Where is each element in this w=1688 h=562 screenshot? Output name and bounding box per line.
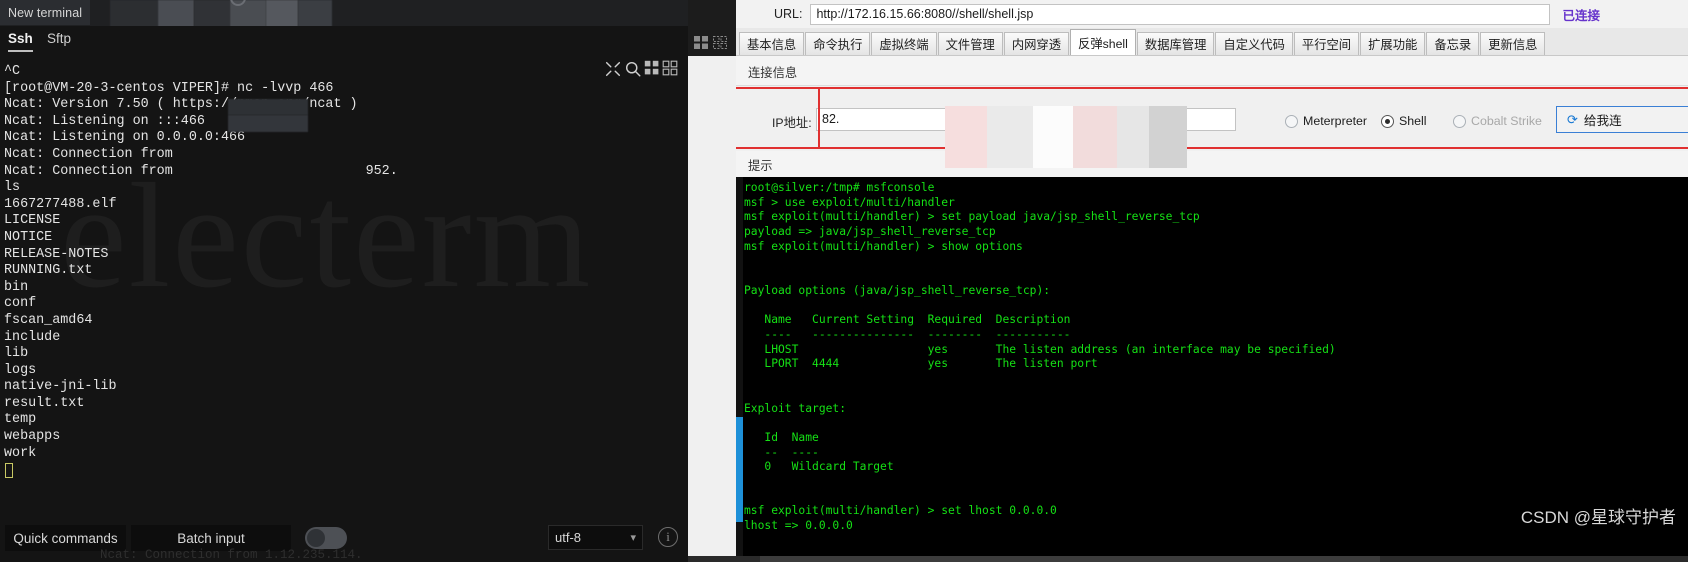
background-ghost-text: Ncat: Connection from 1.12.235.114. [100,548,363,562]
redacted-ip-block [228,115,308,132]
url-bar: URL: http://172.16.15.66:8080//shell/she… [736,0,1688,28]
radio-dot-icon [1453,114,1466,128]
connection-info-section-header: 连接信息 [736,56,1688,86]
connection-info-title: 连接信息 [748,66,798,80]
msf-console-text: root@silver:/tmp# msfconsole msf > use e… [744,181,1336,533]
radio-label: Shell [1399,114,1427,128]
webshell-left-rail [688,0,736,56]
webshell-tabbar: 基本信息 命令执行 虚拟终端 文件管理 内网穿透 反弹shell 数据库管理 自… [736,28,1688,56]
tab-memo[interactable]: 备忘录 [1426,32,1480,55]
terminal-cursor [5,463,13,478]
terminal-tabbar: Ssh Sftp [0,26,688,77]
tab-label: 内网穿透 [1011,38,1062,52]
tab-file-manager[interactable]: 文件管理 [937,32,1003,55]
tab-virtual-terminal[interactable]: 虚拟终端 [871,32,937,55]
tab-database-manager[interactable]: 数据库管理 [1136,32,1215,55]
new-terminal-tab[interactable]: New terminal [0,0,90,25]
redacted-ip-block [1033,106,1073,168]
redacted-ip-block [1149,106,1187,168]
redacted-tab-block [266,0,298,27]
tab-label: 虚拟终端 [879,38,929,52]
tab-label: 反弹shell [1078,36,1128,51]
connection-form: IP地址: 82. 56 Meterpreter Shell Cobalt St… [736,87,1688,149]
radio-cobalt-strike[interactable]: Cobalt Strike [1453,114,1542,128]
console-scrollbar-track[interactable] [736,177,743,562]
connect-button[interactable]: ⟳ 给我连 [1556,106,1688,133]
redacted-ip-block [987,106,1033,168]
redacted-ip-block [1117,106,1149,168]
quick-commands-label: Quick commands [13,530,118,546]
tab-label: 命令执行 [813,38,863,52]
batch-input-label: Batch input [177,530,245,546]
connect-button-label: 给我连 [1583,114,1622,128]
tab-label: 数据库管理 [1144,38,1207,52]
radio-shell[interactable]: Shell [1381,114,1427,128]
ip-address-label: IP地址: [772,116,812,130]
tab-update-info[interactable]: 更新信息 [1480,32,1546,55]
tab-command-exec[interactable]: 命令执行 [805,32,871,55]
hint-section-header: 提示 [736,151,1688,177]
tab-reverse-shell[interactable]: 反弹shell [1070,29,1136,55]
radio-meterpreter[interactable]: Meterpreter [1285,114,1367,128]
info-icon[interactable]: i [658,527,678,547]
tab-basic-info[interactable]: 基本信息 [739,32,805,55]
csdn-watermark: CSDN @星球守护者 [1520,508,1676,527]
grid-icon[interactable] [694,36,708,49]
connection-status-badge: 已连接 [1562,8,1600,23]
hint-title: 提示 [748,159,773,173]
tab-label: 更新信息 [1488,38,1538,52]
redacted-tab-block [298,0,332,27]
tab-label: 文件管理 [945,38,995,52]
new-terminal-label: New terminal [8,5,83,20]
encoding-select[interactable]: utf-8 ▾ [548,525,643,550]
screenshot-root: New terminal Ssh Sftp electerm ^C [root@… [0,0,1688,562]
bottom-strip-segment [760,556,1380,562]
tab-label: 基本信息 [747,38,797,52]
tab-parallel-space[interactable]: 平行空间 [1293,32,1360,55]
terminal-window-tabstrip: New terminal [0,0,688,27]
tab-sftp-label: Sftp [47,31,72,46]
terminal-bottom-toolbar: Quick commands Batch input utf-8 ▾ i Nca… [0,516,688,562]
url-label: URL: [774,7,803,21]
tab-extensions[interactable]: 扩展功能 [1360,32,1426,55]
tab-label: 平行空间 [1301,38,1352,52]
terminal-output: ^C [root@VM-20-3-centos VIPER]# nc -lvvp… [4,64,398,461]
batch-input-toggle[interactable] [305,527,347,549]
ip-value-head: 82. [822,112,840,126]
console-scrollbar-thumb[interactable] [736,417,743,522]
redacted-tab-block [158,0,194,27]
webshell-panel: URL: http://172.16.15.66:8080//shell/she… [688,0,1688,562]
radio-label: Cobalt Strike [1471,114,1542,128]
radio-dot-selected-icon [1381,114,1394,128]
redacted-ip-block [1073,106,1117,168]
chevron-down-icon: ▾ [630,532,636,544]
tab-ssh-label: Ssh [8,31,33,46]
terminal-panel: New terminal Ssh Sftp electerm ^C [root@… [0,0,688,562]
radio-label: Meterpreter [1303,114,1368,128]
tab-custom-code[interactable]: 自定义代码 [1215,32,1293,55]
tab-label: 备忘录 [1434,38,1472,52]
tab-label: 扩展功能 [1368,38,1418,52]
refresh-icon: ⟳ [1567,111,1578,127]
redacted-ip-block [228,99,308,115]
dashed-grid-icon[interactable] [713,36,727,49]
tab-sftp[interactable]: Sftp [47,31,71,46]
redacted-ip-block [945,106,987,168]
url-input[interactable]: http://172.16.15.66:8080//shell/shell.js… [810,3,1551,25]
msf-console-output-area: root@silver:/tmp# msfconsole msf > use e… [736,177,1688,562]
tab-intranet-tunnel[interactable]: 内网穿透 [1003,32,1070,55]
radio-dot-icon [1285,114,1298,128]
encoding-value: utf-8 [555,530,582,545]
tab-label: 自定义代码 [1223,38,1285,52]
redacted-tab-block [194,0,230,27]
redacted-tab-block [110,0,158,27]
tab-ssh[interactable]: Ssh [8,31,33,52]
